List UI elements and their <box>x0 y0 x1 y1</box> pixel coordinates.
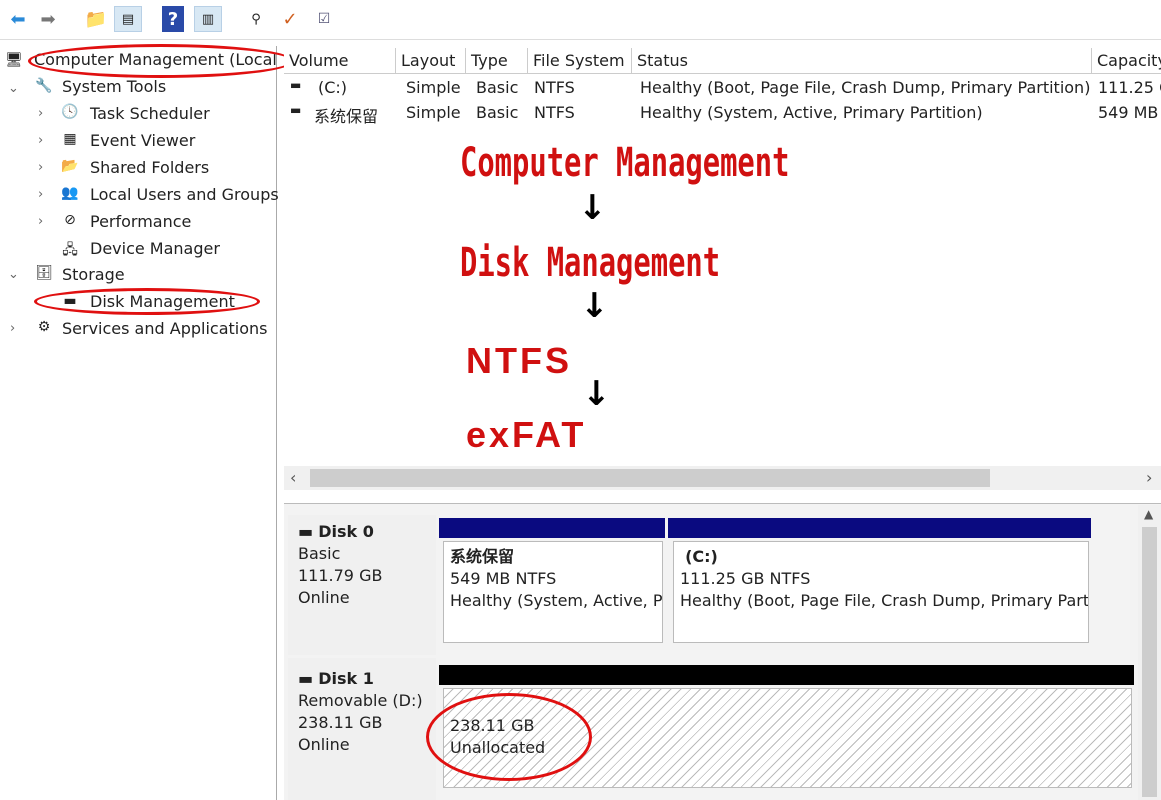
column-header-layout[interactable]: Layout <box>396 48 466 74</box>
help-icon[interactable]: ? <box>162 6 184 32</box>
check-document-icon[interactable]: ✓ <box>276 6 304 32</box>
tree-item-task-scheduler[interactable]: Task Scheduler <box>90 104 210 123</box>
drive-icon: ▬ <box>290 78 302 92</box>
disk-size: 111.79 GB <box>298 566 383 585</box>
partition-status: Healthy (Boot, Page File, Crash Dump, Pr… <box>680 591 1089 610</box>
horizontal-scrollbar[interactable]: ‹ › <box>284 466 1161 490</box>
collapse-chevron-icon[interactable]: › <box>38 106 43 121</box>
show-hide-console-tree-icon[interactable]: ▤ <box>114 6 142 32</box>
partition-bar-primary <box>439 518 665 538</box>
tools-icon: 🔧 <box>35 78 53 94</box>
tree-item-storage[interactable]: Storage <box>62 265 125 284</box>
tree-item-local-users-groups[interactable]: Local Users and Groups <box>90 185 279 204</box>
cell-volume: (C:) <box>318 78 348 97</box>
back-arrow-icon[interactable]: ⬅ <box>4 6 32 32</box>
column-header-volume[interactable]: Volume <box>284 48 396 74</box>
scroll-up-icon[interactable]: ▲ <box>1144 507 1153 521</box>
partition-c-drive[interactable]: (C:) 111.25 GB NTFS Healthy (Boot, Page Fi… <box>673 541 1089 643</box>
disk-type: Basic <box>298 544 341 563</box>
drive-icon: ▬ <box>290 103 302 117</box>
highlight-ellipse <box>28 44 294 78</box>
disk-type: Removable (D:) <box>298 691 423 710</box>
annotation-ntfs: NTFS <box>466 340 572 381</box>
forward-arrow-icon[interactable]: ➡ <box>34 6 62 32</box>
tree-item-event-viewer[interactable]: Event Viewer <box>90 131 195 150</box>
properties-list-icon[interactable]: ☑ <box>310 6 338 32</box>
tree-item-services-applications[interactable]: Services and Applications <box>62 319 267 338</box>
tree-item-system-tools[interactable]: System Tools <box>62 77 166 96</box>
disk-1-label: ▬ Disk 1 Removable (D:) 238.11 GB Online <box>298 668 423 756</box>
cell-file-system: NTFS <box>534 103 575 122</box>
highlight-ellipse <box>426 693 592 781</box>
partition-size: 549 MB NTFS <box>450 569 557 588</box>
performance-icon: ⊘ <box>64 212 76 228</box>
cell-volume: 系统保留 <box>314 107 379 126</box>
highlight-ellipse <box>34 288 260 315</box>
expand-chevron-icon[interactable]: ⌄ <box>8 267 19 282</box>
disk-0-label: ▬ Disk 0 Basic 111.79 GB Online <box>298 521 382 609</box>
cell-layout: Simple <box>406 78 461 97</box>
partition-system-reserved[interactable]: 系统保留 549 MB NTFS Healthy (System, Active, … <box>443 541 663 643</box>
collapse-chevron-icon[interactable]: › <box>10 321 15 336</box>
console-tree: 🖥 Computer Management (Local ⌄ 🔧 System … <box>0 44 294 800</box>
users-icon: 👥 <box>61 185 79 201</box>
partition-bar-unallocated <box>439 665 1134 685</box>
cell-capacity: 549 MB <box>1098 103 1159 122</box>
disk-state: Online <box>298 588 350 607</box>
partition-title: 系统保留 <box>450 547 515 566</box>
disk-state: Online <box>298 735 350 754</box>
collapse-chevron-icon[interactable]: › <box>38 187 43 202</box>
down-arrow-icon: ↓ <box>580 286 609 326</box>
up-folder-icon[interactable]: 📁 <box>82 6 110 32</box>
device-manager-icon: 🖧 <box>62 242 78 258</box>
cell-capacity: 111.25 GB <box>1098 78 1161 97</box>
partition-bar-primary <box>668 518 1091 538</box>
vertical-scrollbar[interactable]: ▲ <box>1138 505 1161 800</box>
cell-type: Basic <box>476 78 519 97</box>
collapse-chevron-icon[interactable]: › <box>38 214 43 229</box>
down-arrow-icon: ↓ <box>582 374 611 414</box>
disk-icon: ▬ <box>298 522 314 541</box>
event-viewer-icon: ▦ <box>63 131 77 147</box>
annotation-disk-management: Disk Management <box>460 240 721 286</box>
disk-size: 238.11 GB <box>298 713 383 732</box>
storage-icon: 🗄 <box>35 265 53 281</box>
column-header-file-system[interactable]: File System <box>528 48 632 74</box>
collapse-chevron-icon[interactable]: › <box>38 133 43 148</box>
cell-status: Healthy (Boot, Page File, Crash Dump, Pr… <box>640 78 1091 97</box>
collapse-chevron-icon[interactable]: › <box>38 160 43 175</box>
disk-name: Disk 0 <box>318 522 374 541</box>
cell-status: Healthy (System, Active, Primary Partiti… <box>640 103 983 122</box>
scroll-thumb[interactable] <box>310 469 990 487</box>
tree-item-performance[interactable]: Performance <box>90 212 191 231</box>
column-header-capacity[interactable]: Capacity <box>1092 48 1161 74</box>
expand-chevron-icon[interactable]: ⌄ <box>8 81 19 96</box>
column-header-status[interactable]: Status <box>632 48 1092 74</box>
partition-size: 111.25 GB NTFS <box>680 569 811 588</box>
down-arrow-icon: ↓ <box>578 188 607 228</box>
cell-type: Basic <box>476 103 519 122</box>
disk-name: Disk 1 <box>318 669 374 688</box>
scroll-left-icon[interactable]: ‹ <box>290 468 296 487</box>
annotation-exfat: exFAT <box>466 414 587 455</box>
cell-layout: Simple <box>406 103 461 122</box>
column-header-type[interactable]: Type <box>466 48 528 74</box>
tree-item-device-manager[interactable]: Device Manager <box>90 239 220 258</box>
partition-status: Healthy (System, Active, P <box>450 591 663 610</box>
disk-icon: ▬ <box>298 669 314 688</box>
partition-title: (C:) <box>685 547 718 566</box>
tree-item-shared-folders[interactable]: Shared Folders <box>90 158 209 177</box>
shared-folder-icon: 📂 <box>61 158 79 174</box>
connect-drive-icon[interactable]: ⚲ <box>242 6 270 32</box>
computer-icon: 🖥 <box>5 52 23 68</box>
scroll-right-icon[interactable]: › <box>1146 468 1152 487</box>
cell-file-system: NTFS <box>534 78 575 97</box>
scroll-thumb[interactable] <box>1142 527 1157 797</box>
toolbar: ⬅ ➡ 📁 ▤ ? ▥ ⚲ ✓ ☑ <box>0 0 1161 40</box>
services-icon: ⚙ <box>37 319 51 335</box>
clock-icon: 🕓 <box>61 104 79 120</box>
show-hide-action-pane-icon[interactable]: ▥ <box>194 6 222 32</box>
annotation-computer-management: Computer Management <box>460 140 790 186</box>
